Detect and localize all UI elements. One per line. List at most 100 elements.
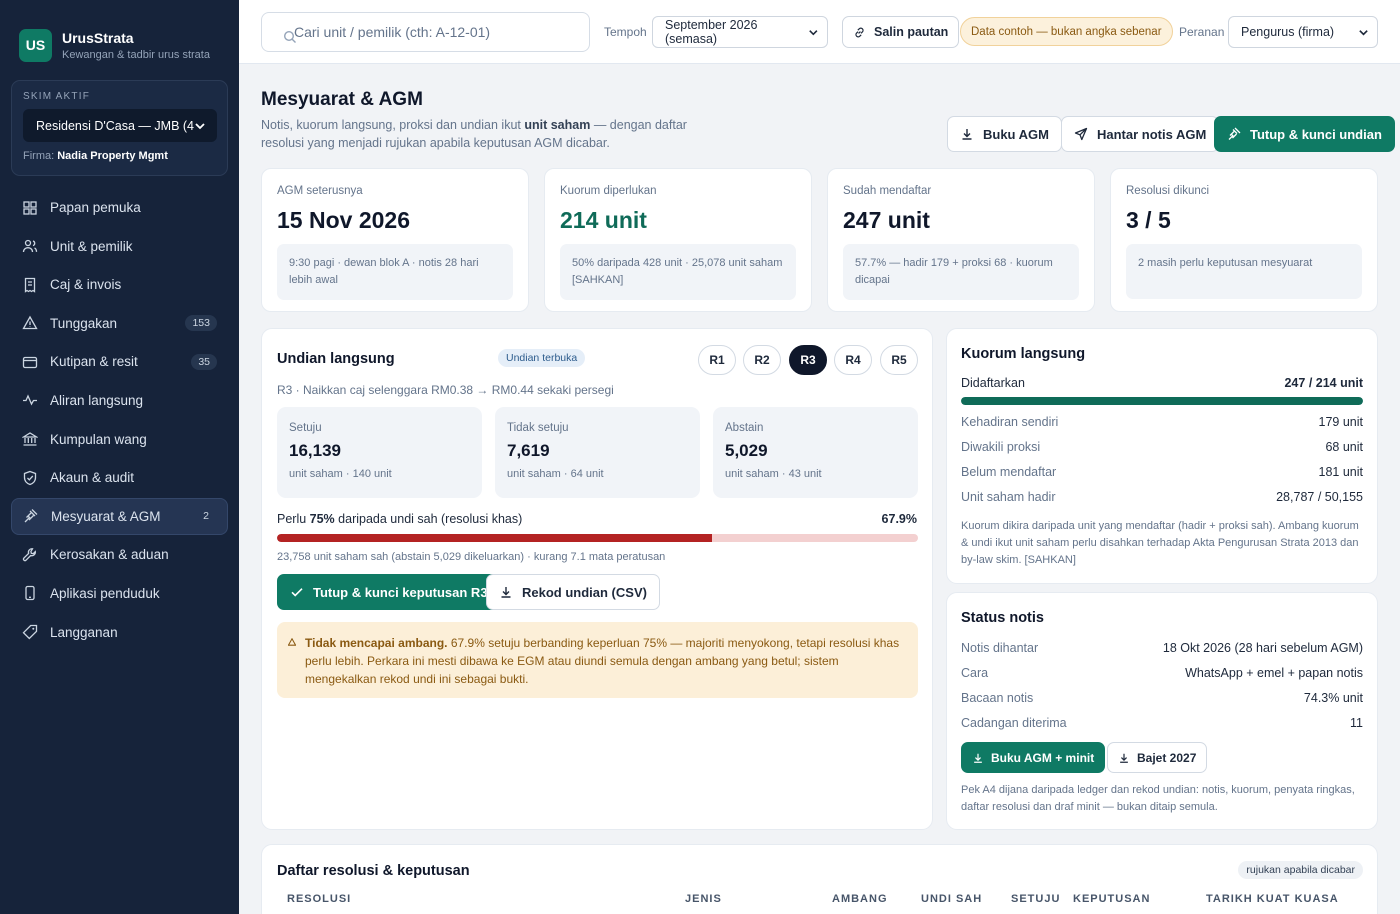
wallet-icon [22, 356, 38, 369]
quorum-note: Kuorum dikira daripada unit yang mendaft… [961, 520, 1359, 566]
result-percentage: 67.9% [881, 512, 917, 526]
search-icon [283, 30, 296, 43]
search-input[interactable]: Cari unit / pemilik (cth: A-12-01) [261, 12, 590, 52]
sidebar-item-unit-pemilik[interactable]: Unit & pemilik [11, 228, 228, 265]
vote-against-box: Tidak setuju 7,619 unit saham · 64 unit [495, 407, 700, 498]
send-agm-notice-button[interactable]: Hantar notis AGM [1061, 116, 1220, 152]
sidebar-item-kerosakan-aduan[interactable]: Kerosakan & aduan [11, 536, 228, 573]
download-icon [962, 129, 972, 140]
scheme-select[interactable]: Residensi D'Casa — JMB (428 [23, 109, 217, 142]
threshold-part: Perlu [277, 512, 310, 526]
vote-value: 5,029 [725, 441, 768, 460]
vote-subtext: unit saham · 43 unit [725, 468, 822, 480]
sidebar-item-label: Kumpulan wang [50, 431, 147, 447]
tab-r1[interactable]: R1 [698, 345, 736, 375]
notice-row: Cadangan diterima 11 [961, 716, 1363, 730]
lock-r3-result-button[interactable]: Tutup & kunci keputusan R3 [277, 574, 501, 610]
quorum-row-value: 181 unit [1318, 465, 1363, 479]
kpi-value: 15 Nov 2026 [277, 207, 410, 233]
sidebar-item-langganan[interactable]: Langganan [11, 614, 228, 651]
copy-link-button[interactable]: Salin pautan [842, 16, 960, 48]
copy-link-label: Salin pautan [874, 25, 949, 39]
chevron-down-icon [809, 29, 818, 35]
period-label: Tempoh [604, 25, 647, 39]
brand: US UrusStrata Kewangan & tadbir urus str… [0, 0, 239, 70]
sidebar-item-label: Akaun & audit [50, 470, 135, 486]
quorum-row: Unit saham hadir 28,787 / 50,155 [961, 490, 1363, 504]
resolution-register-card: Daftar resolusi & keputusan rujukan apab… [261, 844, 1378, 914]
notice-row-value: 74.3% unit [1303, 691, 1363, 705]
kpi-card: Kuorum diperlukan 214 unit 50% daripada 42… [544, 168, 812, 312]
export-votes-csv-button[interactable]: Rekod undian (CSV) [486, 574, 660, 610]
column-header: AMBANG [832, 893, 888, 905]
page-description: Notis, kuorum langsung, proksi dan undia… [261, 117, 701, 152]
live-voting-card: Undian langsung Undian terbuka R1 R2 R3 R4 R… [261, 328, 933, 830]
notice-row-value: 11 [1350, 716, 1363, 730]
role-select[interactable]: Pengurus (firma) [1228, 16, 1378, 48]
vote-subtext: unit saham · 140 unit [289, 468, 392, 480]
sidebar-item-label: Aplikasi penduduk [50, 585, 160, 601]
main-content: Mesyuarat & AGM Notis, kuorum langsung, … [239, 64, 1400, 914]
tab-r4[interactable]: R4 [834, 345, 872, 375]
close-lock-voting-button[interactable]: Tutup & kunci undian [1214, 116, 1395, 152]
notice-row: Bacaan notis 74.3% unit [961, 691, 1363, 705]
quorum-row: Belum mendaftar 181 unit [961, 465, 1363, 479]
sidebar-item-badge: 2 [203, 510, 209, 523]
quorum-progress-fill [961, 397, 1363, 405]
page-desc-part: Notis, kuorum langsung, proksi dan undia… [261, 118, 525, 132]
notice-row-label: Bacaan notis [961, 691, 1034, 705]
sidebar-item-kutipan-resit[interactable]: Kutipan & resit 35 [11, 343, 228, 380]
tab-r3[interactable]: R3 [789, 345, 827, 375]
sidebar-item-label: Kerosakan & aduan [50, 547, 169, 563]
tab-r2[interactable]: R2 [743, 345, 781, 375]
sidebar-item-label: Tunggakan [50, 315, 118, 331]
quorum-row-label: Kehadiran sendiri [961, 415, 1059, 429]
vote-label: Abstain [725, 422, 764, 434]
resolution-subtitle: R3 · Naikkan caj selenggara RM0.38 → RM0… [277, 383, 614, 397]
sidebar-item-akaun-audit[interactable]: Akaun & audit [11, 459, 228, 496]
alert-title: Tidak mencapai ambang. [305, 636, 448, 650]
period-select[interactable]: September 2026 (semasa) [652, 16, 828, 48]
notice-row: Notis dihantar 18 Okt 2026 (28 hari sebel… [961, 641, 1363, 655]
threshold-text: Perlu 75% daripada undi sah (resolusi kh… [277, 512, 522, 526]
firm-line: Firma: Nadia Property Mgmt [23, 150, 216, 162]
sidebar-item-label: Mesyuarat & AGM [51, 508, 161, 524]
agm-book-label: Buku AGM [983, 126, 1049, 142]
download-icon [501, 587, 511, 598]
sidebar-item-aplikasi-penduduk[interactable]: Aplikasi penduduk [11, 575, 228, 612]
invoice-icon [24, 277, 36, 293]
activity-icon [23, 394, 37, 406]
kpi-value: 247 unit [843, 207, 930, 233]
sidebar-item-mesyuarat-agm[interactable]: Mesyuarat & AGM 2 [11, 497, 228, 535]
threshold-bold: 75% [309, 512, 335, 526]
budget-2027-button[interactable]: Bajet 2027 [1107, 742, 1208, 773]
sidebar-item-papan-pemuka[interactable]: Papan pemuka [11, 189, 228, 226]
kpi-note: 50% daripada 428 unit · 25,078 unit saha… [560, 244, 796, 300]
quorum-row: Diwakili proksi 68 unit [961, 440, 1363, 454]
sidebar-item-aliran-langsung[interactable]: Aliran langsung [11, 382, 228, 419]
sidebar-item-tunggakan[interactable]: Tunggakan 153 [11, 305, 228, 342]
topbar: Cari unit / pemilik (cth: A-12-01) Tempo… [239, 0, 1400, 64]
tab-r5[interactable]: R5 [880, 345, 918, 375]
agm-book-button[interactable]: Buku AGM [947, 116, 1062, 152]
vote-abstain-box: Abstain 5,029 unit saham · 43 unit [713, 407, 918, 498]
notice-row: Cara WhatsApp + emel + papan notis [961, 666, 1363, 680]
agm-book-minutes-button[interactable]: Buku AGM + minit [961, 742, 1106, 773]
agm-book-minutes-label: Buku AGM + minit [991, 750, 1095, 765]
kpi-value: 3 / 5 [1126, 207, 1171, 233]
sidebar-item-badge: 153 [185, 315, 217, 332]
wrench-icon [22, 547, 36, 562]
sidebar-nav: Papan pemuka Unit & pemilik Caj & invois Tu… [11, 189, 228, 652]
kpi-note: 2 masih perlu keputusan mesyuarat [1126, 244, 1362, 299]
quorum-row-label: Belum mendaftar [961, 465, 1057, 479]
chevron-down-icon [1359, 29, 1368, 36]
sample-data-badge: Data contoh — bukan angka sebenar [960, 17, 1173, 46]
sidebar-item-kumpulan-wang[interactable]: Kumpulan wang [11, 421, 228, 458]
valid-votes-note: 23,758 unit saham sah (abstain 5,029 dik… [277, 551, 666, 563]
sidebar-item-caj-invois[interactable]: Caj & invois [11, 266, 228, 303]
kpi-value: 214 unit [560, 207, 647, 233]
search-placeholder: Cari unit / pemilik (cth: A-12-01) [294, 24, 491, 40]
vote-label: Setuju [289, 422, 322, 434]
page-desc-bold: unit saham [524, 118, 591, 132]
column-header: JENIS [685, 893, 722, 905]
